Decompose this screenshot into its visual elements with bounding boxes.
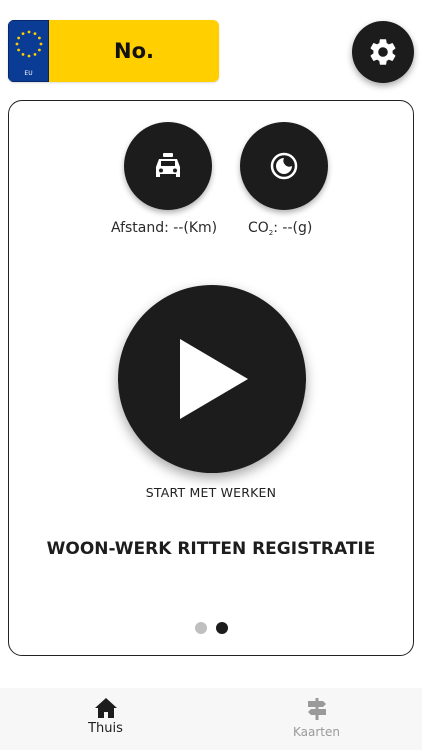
card-title: WOON-WERK RITTEN REGISTRATIE xyxy=(46,539,376,559)
eu-country-label: EU xyxy=(24,70,33,77)
start-work-button[interactable] xyxy=(118,285,306,473)
tab-maps[interactable]: Kaarten xyxy=(211,688,422,750)
co2-icon xyxy=(270,152,298,180)
eu-flag: EU xyxy=(8,20,49,82)
home-icon xyxy=(94,698,117,718)
co2-button[interactable] xyxy=(240,122,328,210)
license-plate[interactable]: EU No. xyxy=(8,20,219,82)
trip-card: Afstand: --(Km) CO2: --(g) START MET WER… xyxy=(8,100,414,656)
signpost-icon xyxy=(307,698,326,720)
tab-maps-label: Kaarten xyxy=(293,725,340,739)
settings-button[interactable] xyxy=(352,21,414,83)
taxi-icon xyxy=(156,153,180,177)
page-dot-2[interactable] xyxy=(215,622,228,634)
distance-button[interactable] xyxy=(124,122,212,210)
eu-stars-icon xyxy=(15,30,43,58)
page-indicator xyxy=(9,622,413,634)
page-dot-1[interactable] xyxy=(194,622,207,634)
co2-label-suffix: : --(g) xyxy=(273,220,313,236)
co2-label-prefix: CO xyxy=(248,220,269,236)
tab-home-label: Thuis xyxy=(88,721,123,736)
plate-number: No. xyxy=(114,39,154,63)
distance-label: Afstand: --(Km) xyxy=(111,220,218,236)
play-icon xyxy=(180,339,248,419)
tab-home[interactable]: Thuis xyxy=(0,688,211,750)
co2-label: CO2: --(g) xyxy=(248,220,312,237)
start-work-label: START MET WERKEN xyxy=(145,485,277,500)
bottom-tab-bar: Thuis Kaarten xyxy=(0,688,422,750)
gear-icon xyxy=(370,39,396,65)
